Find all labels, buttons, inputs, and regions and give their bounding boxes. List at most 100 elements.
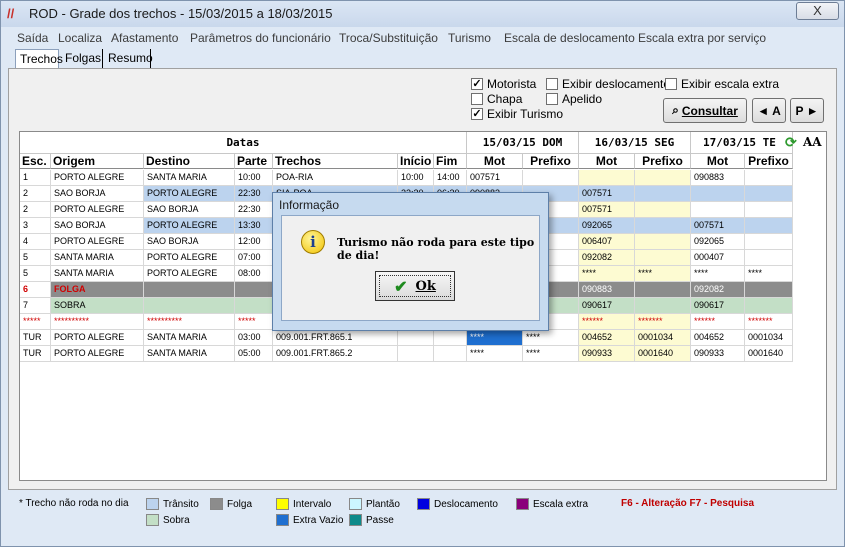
cell-esc[interactable]: 7 [20,298,51,314]
menu-escala-deslocamento[interactable]: Escala de deslocamento [504,31,635,45]
exibir-turismo-check[interactable]: ✓ [471,108,483,120]
cell-mot-d2[interactable]: 092065 [579,218,635,234]
cell-destino[interactable] [144,298,235,314]
cell-prefixo-d3[interactable] [745,170,793,186]
menu-saida[interactable]: Saída [17,31,48,45]
cell-mot-d2[interactable]: 090617 [579,298,635,314]
cell-parte[interactable]: 05:00 [235,346,273,362]
cell-fim[interactable]: 14:00 [434,170,467,186]
cell-prefixo-d2[interactable]: 0001034 [635,330,691,346]
cell-prefixo-d3[interactable] [745,218,793,234]
column-header-origem[interactable]: Origem [51,154,144,169]
cell-esc[interactable]: 2 [20,202,51,218]
column-header-mot-d1[interactable]: Mot [467,154,523,169]
cell-origem[interactable]: PORTO ALEGRE [51,346,144,362]
exibir-deslocamento-checkbox[interactable]: Exibir deslocamento [546,77,670,91]
cell-mot-d2[interactable]: 007571 [579,186,635,202]
cell-mot-d2[interactable]: 090883 [579,282,635,298]
cell-origem[interactable]: SOBRA [51,298,144,314]
cell-parte[interactable]: ***** [235,314,273,330]
font-size-icon[interactable]: AA [803,135,822,149]
menu-parametros[interactable]: Parâmetros do funcionário [190,31,331,45]
cell-parte[interactable]: 22:30 [235,186,273,202]
cell-esc[interactable]: 5 [20,250,51,266]
column-header-parte[interactable]: Parte [235,154,273,169]
cell-esc[interactable]: 4 [20,234,51,250]
menu-turismo[interactable]: Turismo [448,31,491,45]
exibir-turismo-checkbox[interactable]: ✓ Exibir Turismo [471,107,563,121]
cell-prefixo-d2[interactable] [635,186,691,202]
cell-prefixo-d2[interactable]: **** [635,266,691,282]
cell-destino[interactable]: SAO BORJA [144,202,235,218]
menu-afastamento[interactable]: Afastamento [111,31,178,45]
column-header-fim[interactable]: Fim [434,154,467,169]
cell-mot-d3[interactable]: 092065 [691,234,745,250]
cell-origem[interactable]: PORTO ALEGRE [51,330,144,346]
cell-prefixo-d3[interactable] [745,186,793,202]
cell-parte[interactable]: 08:00 [235,266,273,282]
column-header-esc[interactable]: Esc. [20,154,51,169]
column-header-prefixo-d3[interactable]: Prefixo [745,154,793,169]
cell-destino[interactable]: SANTA MARIA [144,170,235,186]
cell-prefixo-d2[interactable] [635,218,691,234]
cell-prefixo-d2[interactable] [635,282,691,298]
cell-mot-d3[interactable]: **** [691,266,745,282]
cell-prefixo-d2[interactable] [635,170,691,186]
cell-mot-d3[interactable] [691,186,745,202]
apelido-checkbox[interactable]: Apelido [546,92,602,106]
exibir-escala-extra-check[interactable] [665,78,677,90]
cell-destino[interactable]: PORTO ALEGRE [144,186,235,202]
cell-mot-d3[interactable]: 007571 [691,218,745,234]
cell-parte[interactable]: 12:00 [235,234,273,250]
cell-parte[interactable]: 22:30 [235,202,273,218]
cell-prefixo-d3[interactable] [745,298,793,314]
menu-localiza[interactable]: Localiza [58,31,102,45]
cell-mot-d2[interactable]: 007571 [579,202,635,218]
cell-origem[interactable]: PORTO ALEGRE [51,170,144,186]
cell-prefixo-d2[interactable]: ******* [635,314,691,330]
cell-origem[interactable]: SAO BORJA [51,186,144,202]
cell-mot-d3[interactable] [691,202,745,218]
cell-origem[interactable]: SANTA MARIA [51,250,144,266]
cell-destino[interactable]: SANTA MARIA [144,346,235,362]
cell-esc[interactable]: 2 [20,186,51,202]
cell-mot-d3[interactable]: 092082 [691,282,745,298]
menu-troca[interactable]: Troca/Substituição [339,31,438,45]
cell-prefixo-d2[interactable] [635,298,691,314]
cell-esc[interactable]: 3 [20,218,51,234]
table-row[interactable]: TUR PORTO ALEGRE SANTA MARIA 05:00 009.001.F… [20,346,793,362]
cell-prefixo-d1[interactable]: **** [523,346,579,362]
cell-mot-d2[interactable]: 004652 [579,330,635,346]
cell-esc[interactable]: ***** [20,314,51,330]
chapa-checkbox[interactable]: Chapa [471,92,522,106]
cell-mot-d1[interactable]: **** [467,330,523,346]
cell-mot-d1[interactable]: **** [467,346,523,362]
cell-destino[interactable]: ********** [144,314,235,330]
cell-trechos[interactable]: POA-RIA [273,170,398,186]
cell-mot-d3[interactable]: ****** [691,314,745,330]
apelido-check[interactable] [546,93,558,105]
cell-mot-d2[interactable]: 090933 [579,346,635,362]
cell-mot-d3[interactable]: 004652 [691,330,745,346]
cell-prefixo-d1[interactable]: **** [523,330,579,346]
cell-destino[interactable]: PORTO ALEGRE [144,266,235,282]
cell-mot-d2[interactable]: ****** [579,314,635,330]
refresh-icon[interactable]: ⟳ [785,134,797,151]
cell-mot-d3[interactable]: 090617 [691,298,745,314]
cell-mot-d3[interactable]: 090933 [691,346,745,362]
cell-esc[interactable]: 1 [20,170,51,186]
consultar-button[interactable]: ⌕ Consultar [663,98,747,123]
cell-origem[interactable]: FOLGA [51,282,144,298]
chapa-check[interactable] [471,93,483,105]
cell-inicio[interactable] [398,346,434,362]
cell-prefixo-d3[interactable]: 0001034 [745,330,793,346]
cell-esc[interactable]: TUR [20,330,51,346]
column-header-mot-d2[interactable]: Mot [579,154,635,169]
cell-origem[interactable]: PORTO ALEGRE [51,234,144,250]
motorista-checkbox[interactable]: ✓ Motorista [471,77,536,91]
cell-parte[interactable]: 07:00 [235,250,273,266]
cell-prefixo-d3[interactable]: 0001640 [745,346,793,362]
cell-destino[interactable]: SANTA MARIA [144,330,235,346]
cell-prefixo-d1[interactable] [523,170,579,186]
column-header-prefixo-d2[interactable]: Prefixo [635,154,691,169]
